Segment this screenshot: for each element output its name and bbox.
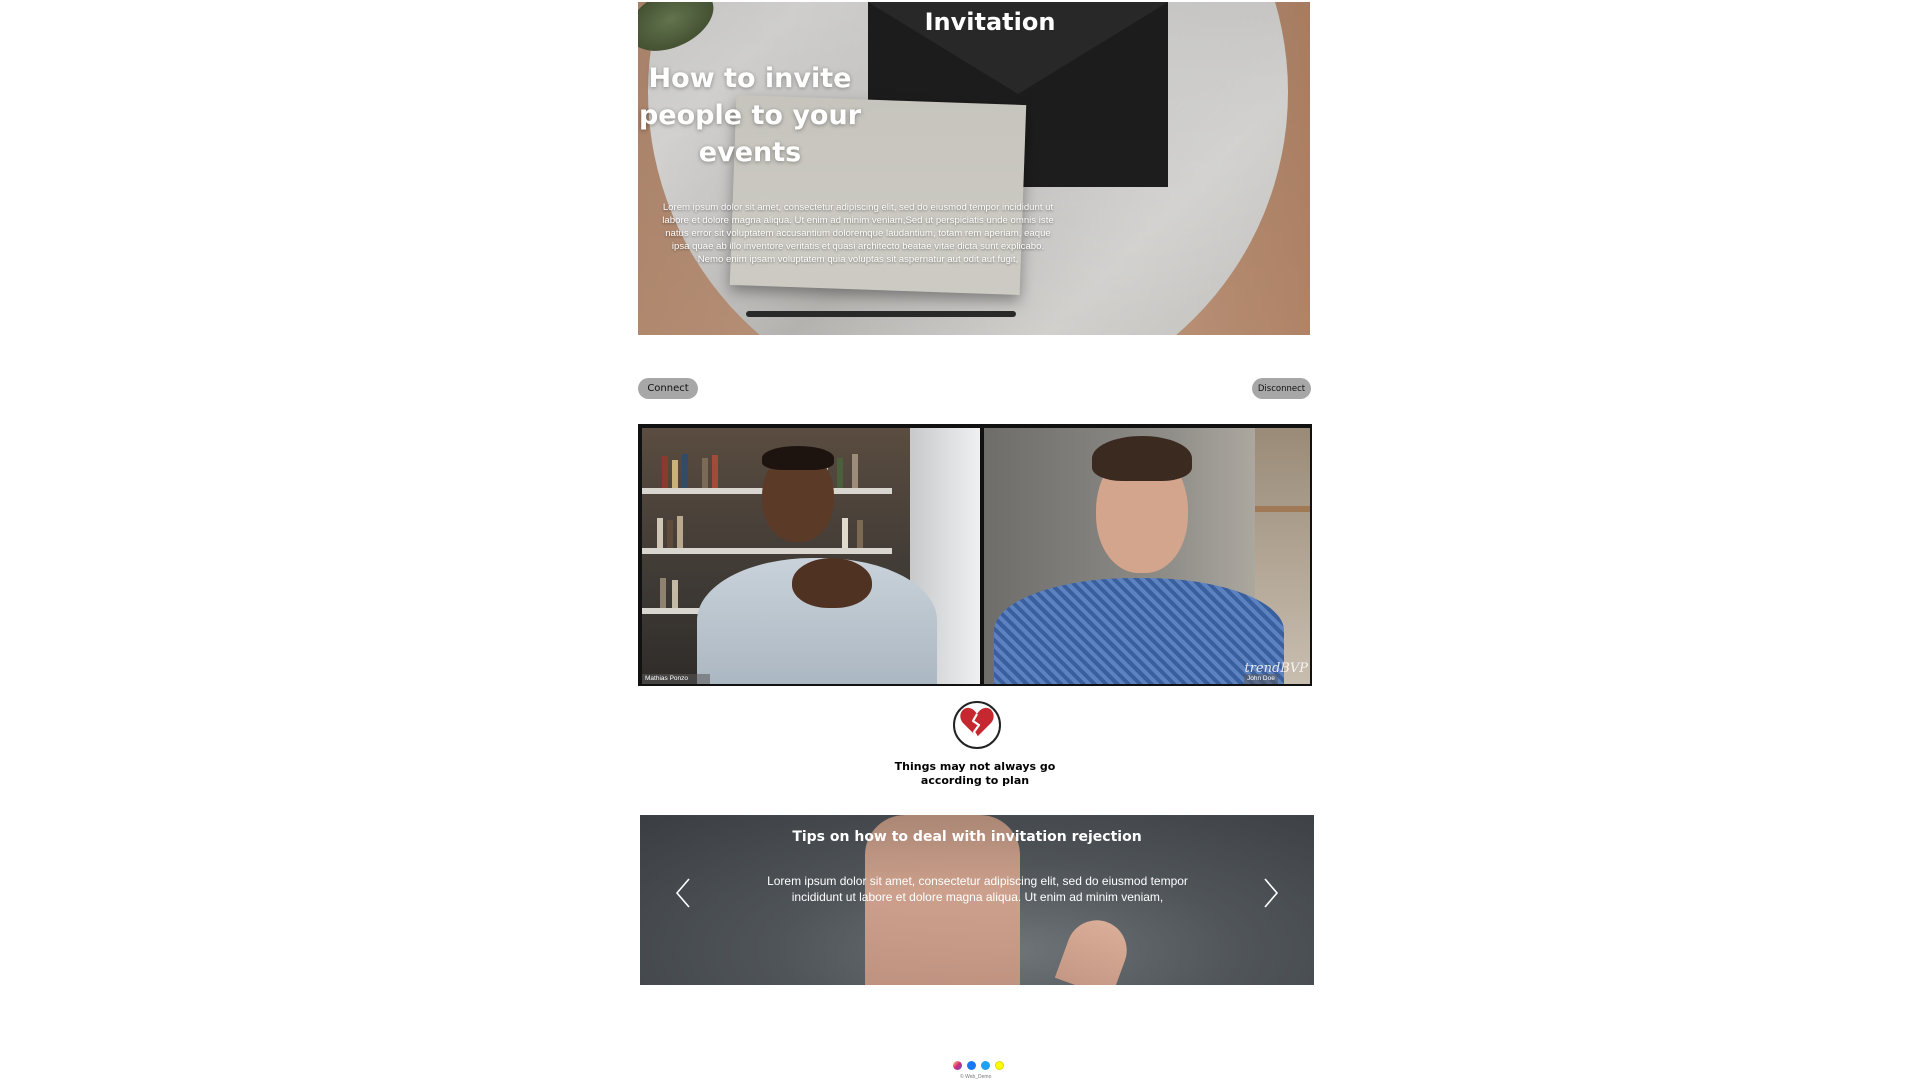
carousel-prev-button[interactable] — [670, 875, 696, 915]
participant-2-torso — [994, 578, 1284, 684]
facebook-icon[interactable] — [967, 1061, 976, 1070]
video-tile-participant-2[interactable]: John Doe trendBVP — [984, 428, 1310, 684]
hand-image-2 — [1054, 911, 1136, 985]
hero-banner: Invitation How to invite people to your … — [638, 2, 1310, 335]
connect-button[interactable]: Connect — [638, 378, 698, 399]
video-watermark: trendBVP — [1244, 661, 1308, 676]
hero-body-text: Lorem ipsum dolor sit amet, consectetur … — [662, 202, 1054, 265]
social-links — [953, 1061, 1004, 1070]
footer-credit: © Web_Demo — [960, 1074, 992, 1080]
instagram-icon[interactable] — [953, 1061, 962, 1070]
hero-title: How to invite people to your events — [638, 63, 862, 168]
hero-header: Invitation — [924, 8, 1056, 36]
video-grid: Mathias Ponzo John Doe trendBVP — [638, 424, 1312, 686]
participant-1-name-tag: Mathias Ponzo — [642, 674, 710, 684]
carousel-title: Tips on how to deal with invitation reje… — [792, 829, 1142, 845]
video-tile-participant-1[interactable]: Mathias Ponzo — [642, 428, 980, 684]
snapchat-icon[interactable] — [995, 1061, 1004, 1070]
broken-heart-icon — [959, 707, 995, 744]
disconnect-button[interactable]: Disconnect — [1252, 378, 1311, 399]
participant-1-hands — [792, 558, 872, 608]
carousel-body-text: Lorem ipsum dolor sit amet, consectetur … — [767, 874, 1188, 904]
carousel-next-button[interactable] — [1258, 875, 1284, 915]
twitter-icon[interactable] — [981, 1061, 990, 1070]
chevron-left-icon — [675, 877, 691, 913]
tips-carousel: Tips on how to deal with invitation reje… — [640, 815, 1314, 985]
chevron-right-icon — [1263, 877, 1279, 913]
notice-text: Things may not always go according to pl… — [894, 760, 1056, 787]
broken-heart-badge — [953, 701, 1001, 749]
